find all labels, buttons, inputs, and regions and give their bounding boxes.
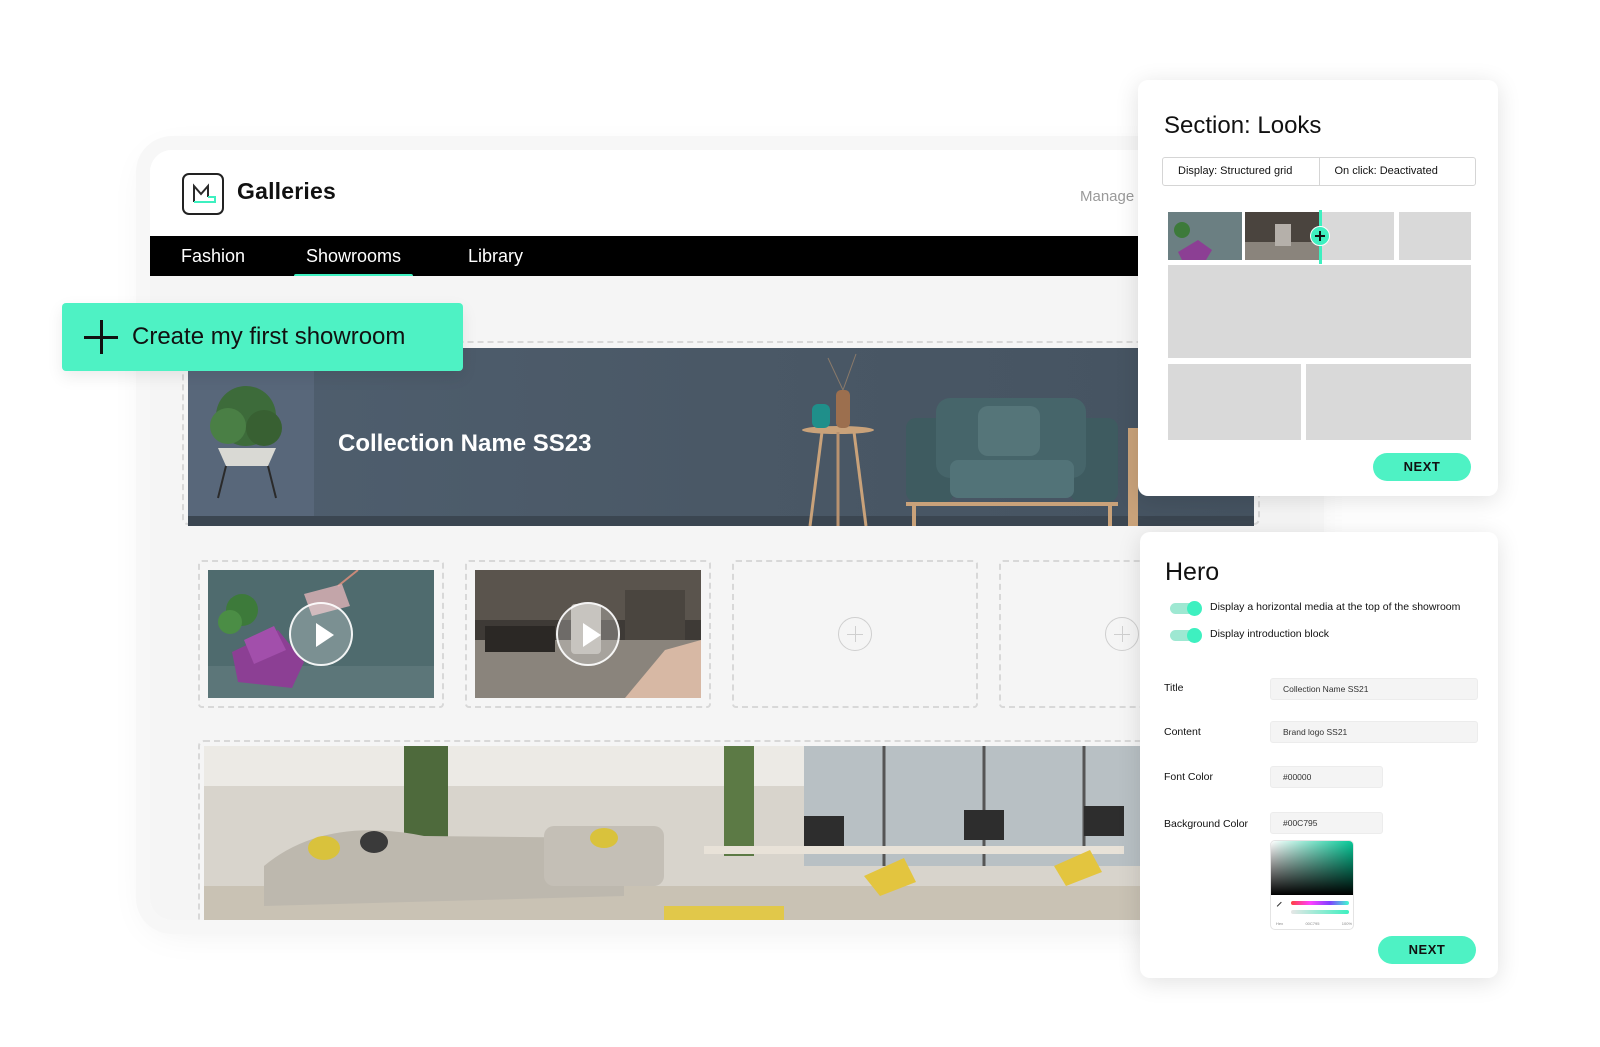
app-window: Galleries Manage y Fashion Showrooms Lib… [150, 150, 1310, 920]
panel-title: Section: Looks [1164, 112, 1322, 139]
font-color-field[interactable]: #00000 [1270, 766, 1383, 788]
panel-title: Hero [1165, 558, 1220, 586]
section-looks-panel: Section: Looks Display: Structured grid … [1138, 80, 1498, 496]
eyedropper-icon[interactable] [1276, 901, 1286, 911]
media-slot-1[interactable] [198, 560, 444, 708]
grid-cell-look-1[interactable] [1168, 212, 1242, 260]
play-button[interactable] [556, 602, 620, 666]
add-media-icon[interactable] [838, 617, 872, 651]
hero-collection-title: Collection Name SS23 [338, 430, 592, 457]
hero-settings-panel: Hero Display a horizontal media at the t… [1140, 532, 1498, 978]
looks-next-button[interactable]: NEXT [1373, 453, 1471, 481]
add-look-icon[interactable] [1310, 226, 1330, 246]
video-thumbnail [475, 570, 701, 698]
looks-options: Display: Structured grid On click: Deact… [1162, 157, 1476, 186]
add-media-icon[interactable] [1105, 617, 1139, 651]
brand-logo [182, 173, 224, 215]
logo-mark-icon [193, 183, 216, 203]
video-thumbnail [208, 570, 434, 698]
horizontal-media-toggle[interactable] [1170, 600, 1202, 616]
toggle-label: Display introduction block [1210, 628, 1330, 640]
toggle-label: Display a horizontal media at the top of… [1210, 601, 1461, 613]
readout-alpha: 100% [1341, 921, 1352, 926]
office-lounge-illustration [204, 746, 1264, 920]
content-field[interactable]: Brand logo SS21 [1270, 721, 1478, 743]
content-field-label: Content [1164, 726, 1201, 738]
readout-hex: 00C795 [1305, 921, 1320, 926]
color-saturation-field[interactable] [1271, 841, 1353, 895]
hue-slider[interactable] [1291, 901, 1349, 905]
title-field[interactable]: Collection Name SS21 [1270, 678, 1478, 700]
grid-cell-6[interactable] [1168, 364, 1301, 440]
font-color-label: Font Color [1164, 771, 1214, 783]
main-nav: Fashion Showrooms Library [150, 236, 1310, 278]
grid-cell-7[interactable] [1306, 364, 1471, 440]
intro-block-toggle[interactable] [1170, 627, 1202, 643]
header-hint-text: Manage y [1080, 188, 1146, 205]
grid-cell-4[interactable] [1399, 212, 1471, 260]
app-title: Galleries [237, 178, 336, 204]
grid-cell-5[interactable] [1168, 265, 1471, 358]
hero-banner-image[interactable]: Collection Name SS23 [188, 348, 1254, 526]
color-readout: Hex 00C795 100% [1276, 921, 1352, 926]
media-slot-3[interactable] [732, 560, 978, 708]
showroom-canvas: Collection Name SS23 [150, 276, 1310, 920]
media-slot-2[interactable] [465, 560, 711, 708]
plus-icon [84, 320, 118, 354]
title-field-label: Title [1164, 682, 1184, 694]
look-thumbnail [1174, 222, 1212, 260]
create-showroom-label: Create my first showroom [132, 323, 406, 350]
look-thumbnail [1245, 224, 1319, 260]
background-color-field[interactable]: #00C795 [1270, 812, 1383, 834]
office-lounge-photo[interactable] [204, 746, 1264, 920]
nav-item-showrooms[interactable]: Showrooms [293, 236, 414, 278]
app-header: Galleries Manage y [150, 150, 1310, 236]
onclick-option[interactable]: On click: Deactivated [1318, 158, 1476, 185]
alpha-slider[interactable] [1291, 910, 1349, 914]
nav-item-fashion[interactable]: Fashion [181, 236, 245, 276]
play-button[interactable] [289, 602, 353, 666]
nav-item-library[interactable]: Library [468, 236, 523, 276]
color-picker[interactable]: Hex 00C795 100% [1270, 840, 1354, 930]
background-color-label: Background Color [1164, 818, 1249, 830]
display-mode-option[interactable]: Display: Structured grid [1163, 158, 1319, 185]
create-showroom-button[interactable]: Create my first showroom [62, 303, 463, 371]
readout-mode: Hex [1276, 921, 1284, 926]
grid-cell-look-2[interactable] [1245, 212, 1319, 260]
hero-next-button[interactable]: NEXT [1378, 936, 1476, 964]
grid-cell-3[interactable] [1322, 212, 1394, 260]
